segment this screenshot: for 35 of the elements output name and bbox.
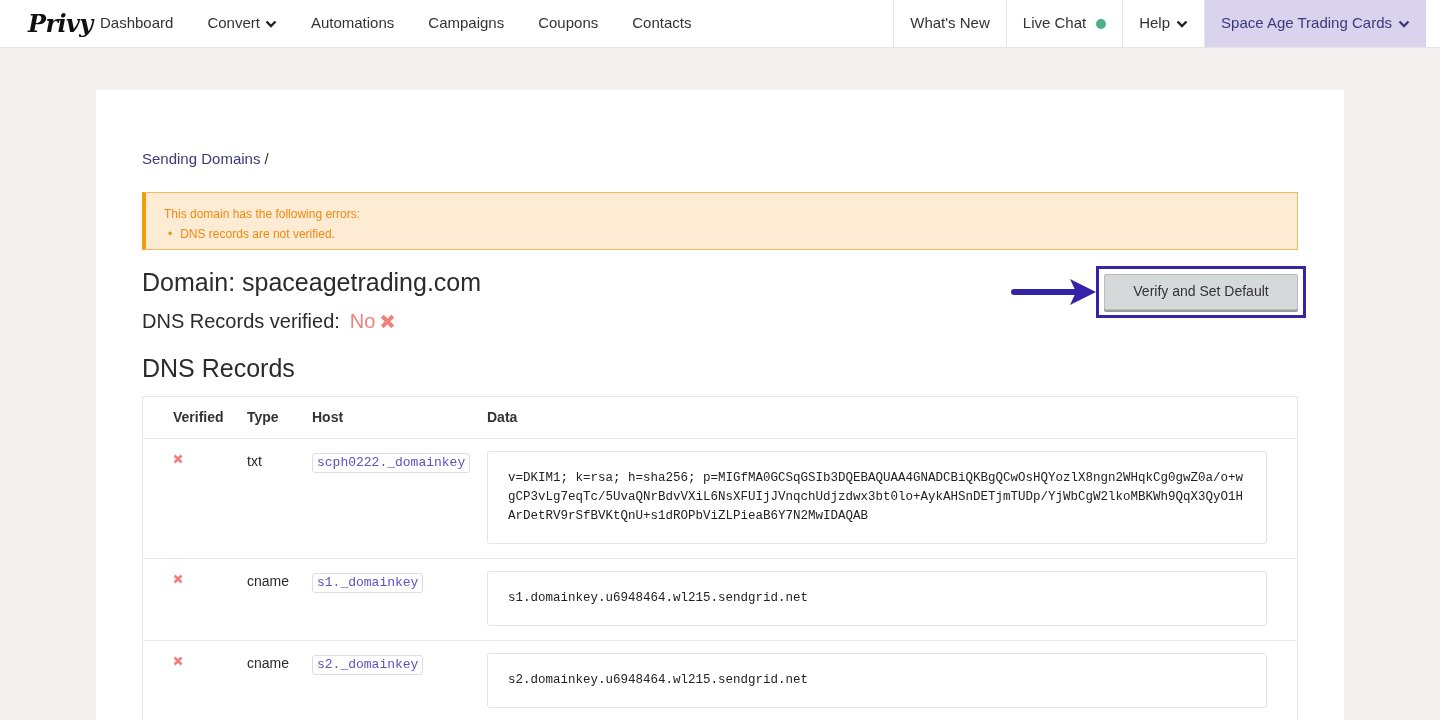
nav-link[interactable]: Live Chat xyxy=(1005,0,1123,47)
breadcrumb-separator: / xyxy=(264,149,269,169)
nav-link[interactable]: Convert xyxy=(207,12,277,35)
verified-value: No xyxy=(349,309,376,334)
bullet: • xyxy=(168,225,173,243)
table-cell-text: cname xyxy=(247,571,291,591)
error-text: DNS records are not verified. xyxy=(180,225,335,243)
domain-heading: Domain: spaceagetrading.com xyxy=(142,266,482,298)
error-alert: This domain has the following errors: • DNS records are not verified. xyxy=(142,191,1298,250)
data-field: s1.domainkey.u6948464.wl215.sendgrid.net xyxy=(487,570,1267,626)
data-field: v=DKIM1; k=rsa; h=sha256; p=MIGfMA0GCSqGSIb3DQEBAQUAA4GNADCBiQKBgQCwOsHQYozlX8ngn2WHqkCg0gwZ0a/o+wgCP3vLg7eqTc/5UvaQNrBdvVXiL6NsXFUIjJVnqchUdjzdwx3bt0lo+AykAHSnDETjmTUDp/YjWbCgW2lkoMBKWh9QqX3QyO1HArDetRV9rSfBVKtQnU+s1dROPbViZLPieaB6Y7N2MwIDAQAB xyxy=(487,450,1267,544)
host-tag: s2._domainkey xyxy=(312,654,424,675)
column-header: Verified xyxy=(172,407,225,427)
nav-link[interactable]: Contacts xyxy=(632,12,692,35)
host-tag: scph0222._domainkey xyxy=(312,452,471,473)
chevron-down-icon xyxy=(1398,19,1410,28)
logo[interactable]: Privy xyxy=(28,5,93,42)
verify-button[interactable]: Verify and Set Default xyxy=(1104,273,1298,310)
column-header: Data xyxy=(487,407,519,427)
column-header: Type xyxy=(247,407,280,427)
nav-link[interactable]: Campaigns xyxy=(428,12,505,35)
chevron-down-icon xyxy=(1176,19,1189,28)
nav-link[interactable]: What's New xyxy=(893,0,1006,47)
account-menu[interactable]: Space Age Trading Cards xyxy=(1204,0,1426,47)
verified-label: DNS Records verified: xyxy=(142,309,340,334)
data-field: s2.domainkey.u6948464.wl215.sendgrid.net xyxy=(487,652,1267,708)
column-header: Host xyxy=(312,407,345,427)
section-heading: DNS Records xyxy=(142,353,296,384)
nav-link[interactable]: Automations xyxy=(310,12,395,35)
host-tag: s1._domainkey xyxy=(312,572,424,593)
breadcrumb-link[interactable]: Sending Domains xyxy=(142,148,261,171)
nav-link[interactable]: Coupons xyxy=(538,12,599,35)
table-cell-text: txt xyxy=(247,451,263,471)
nav-link[interactable]: Dashboard xyxy=(100,12,174,35)
table-cell-text: cname xyxy=(247,653,291,673)
